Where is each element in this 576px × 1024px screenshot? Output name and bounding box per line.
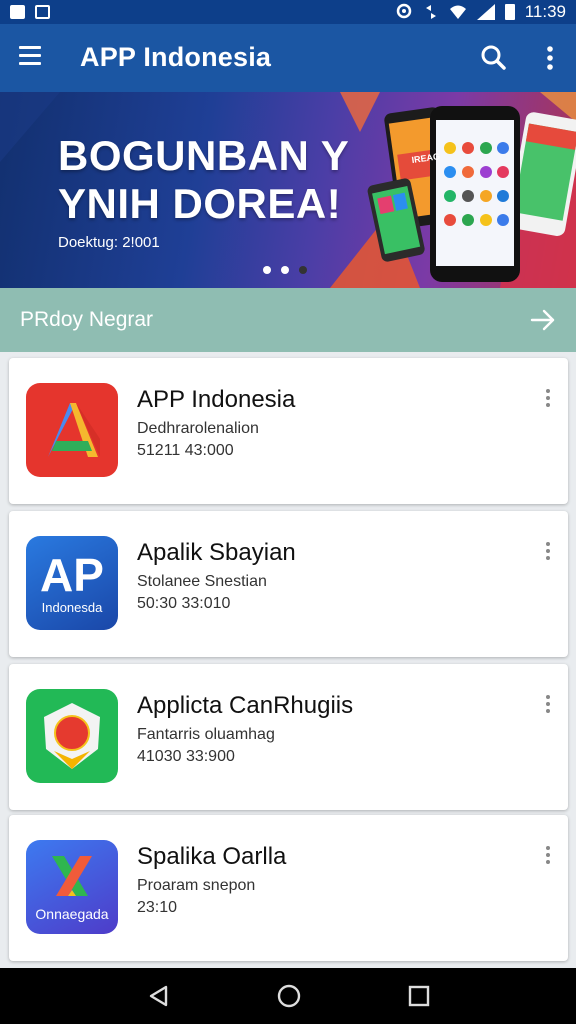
ap-indonesia-logo-icon: AP Indonesda <box>26 536 118 630</box>
app-meta: 50:30 33:010 <box>137 595 231 612</box>
signal-icon <box>476 4 495 20</box>
app-title: Apalik Sbayian <box>137 539 296 566</box>
carousel-dot-1[interactable] <box>263 266 271 274</box>
carousel-indicator <box>263 266 307 274</box>
app-title: Spalika Oarlla <box>137 843 287 870</box>
more-vert-icon <box>547 46 553 70</box>
card-more-button[interactable] <box>539 843 557 873</box>
green-shield-logo-icon <box>26 689 118 783</box>
gallery-icon <box>10 5 25 19</box>
square-icon <box>35 5 50 19</box>
section-title: PRdoy Negrar <box>20 308 154 331</box>
banner-title-line-2: YNIH DOREA! <box>58 180 342 227</box>
app-title: Applicta CanRhugiis <box>137 692 354 719</box>
app-subtitle: Dedhrarolenalion <box>137 420 259 437</box>
status-bar: 11:39 <box>0 0 576 24</box>
card-more-button[interactable] <box>539 386 557 416</box>
card-more-button[interactable] <box>539 539 557 569</box>
search-icon <box>481 45 506 70</box>
arrow-right-icon <box>530 309 555 331</box>
banner-title-line-1: BOGUNBAN Y <box>58 132 350 179</box>
home-icon[interactable] <box>275 982 303 1010</box>
red-a-logo-icon <box>26 383 118 477</box>
app-title: APP Indonesia <box>137 386 296 413</box>
app-bar: APP Indonesia <box>0 24 576 92</box>
app-meta: 23:10 <box>137 899 178 916</box>
app-card[interactable]: AP Indonesda Apalik Sbayian Stolanee Sne… <box>9 511 568 657</box>
banner-subtitle: Doektug: 2!001 <box>58 234 160 251</box>
menu-button[interactable] <box>14 46 46 70</box>
app-meta: 41030 33:900 <box>137 748 235 765</box>
more-options-button[interactable] <box>536 40 564 76</box>
status-bar-left <box>10 5 50 19</box>
wifi-icon <box>449 5 466 19</box>
search-button[interactable] <box>476 40 512 76</box>
menu-icon <box>14 46 46 65</box>
section-header[interactable]: PRdoy Negrar <box>0 288 576 352</box>
app-card[interactable]: Applicta CanRhugiis Fantarris oluamhag 4… <box>9 664 568 810</box>
system-nav-bar <box>0 968 576 1024</box>
app-screen: 11:39 APP Indonesia IREAG BOGUNBAN Y YNI… <box>0 0 576 1024</box>
app-title: APP Indonesia <box>80 42 272 72</box>
status-time: 11:39 <box>524 2 566 21</box>
sync-icon <box>425 5 436 19</box>
promo-banner[interactable]: IREAG BOGUNBAN Y YNIH DOREA! Doektug: 2!… <box>0 92 576 288</box>
location-icon <box>396 3 411 19</box>
recents-icon[interactable] <box>405 982 433 1010</box>
blue-x-logo-icon: Onnaegada <box>26 840 118 934</box>
app-card[interactable]: Onnaegada Spalika Oarlla Proaram snepon … <box>9 815 568 961</box>
back-icon[interactable] <box>146 982 174 1010</box>
carousel-dot-2[interactable] <box>281 266 289 274</box>
app-subtitle: Fantarris oluamhag <box>137 726 275 743</box>
app-meta: 51211 43:000 <box>137 442 234 459</box>
banner-title: BOGUNBAN Y YNIH DOREA! <box>58 132 349 228</box>
carousel-dot-3[interactable] <box>299 266 307 274</box>
app-subtitle: Proaram snepon <box>137 877 256 894</box>
status-bar-right: 11:39 <box>395 2 566 22</box>
app-card[interactable]: APP Indonesia Dedhrarolenalion 51211 43:… <box>9 358 568 504</box>
card-more-button[interactable] <box>539 692 557 722</box>
battery-icon <box>504 4 515 20</box>
app-subtitle: Stolanee Snestian <box>137 573 267 590</box>
